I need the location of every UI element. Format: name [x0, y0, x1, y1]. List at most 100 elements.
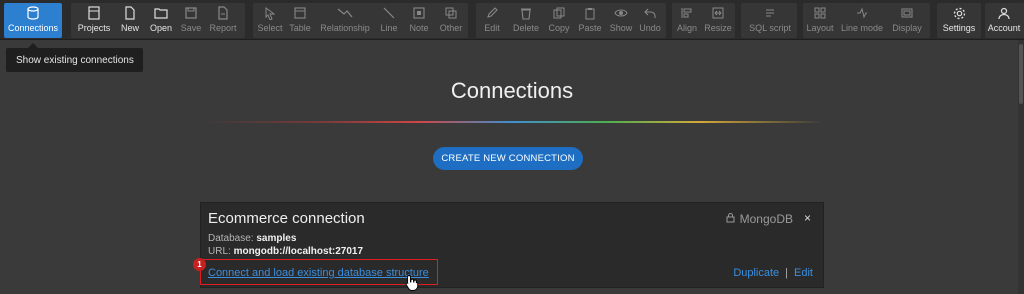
account-button[interactable]: Account — [985, 3, 1023, 38]
database-row: Database: samples — [208, 233, 296, 244]
open-button[interactable]: Open — [147, 3, 175, 38]
projects-label: Projects — [77, 23, 111, 33]
actions-separator: | — [785, 267, 789, 279]
report-icon — [213, 4, 233, 22]
settings-label: Settings — [942, 23, 976, 33]
layout-icon — [810, 4, 830, 22]
projects-button[interactable]: Projects — [76, 3, 112, 38]
copy-icon — [549, 4, 569, 22]
relationship-icon — [335, 4, 355, 22]
duplicate-link[interactable]: Duplicate — [733, 267, 779, 279]
save-label: Save — [180, 23, 202, 33]
align-icon — [677, 4, 697, 22]
card-actions: Duplicate | Edit — [733, 267, 813, 279]
user-icon — [994, 4, 1014, 22]
resize-icon — [708, 4, 728, 22]
connection-type-label: MongoDB — [739, 212, 793, 226]
url-row: URL: mongodb://localhost:27017 — [208, 246, 363, 257]
page-title: Connections — [450, 78, 574, 103]
line-mode-icon — [852, 4, 872, 22]
line-icon — [379, 4, 399, 22]
select-button[interactable]: Select — [256, 3, 284, 38]
display-icon — [897, 4, 917, 22]
align-label: Align — [676, 23, 697, 33]
undo-button[interactable]: Undo — [637, 3, 663, 38]
edit-link[interactable]: Edit — [794, 267, 813, 279]
table-label: Table — [289, 23, 311, 33]
other-button[interactable]: Other — [436, 3, 466, 38]
connection-name: Ecommerce connection — [208, 210, 365, 227]
pencil-icon — [482, 4, 502, 22]
undo-icon — [640, 4, 660, 22]
display-button[interactable]: Display — [889, 3, 925, 38]
display-label: Display — [892, 23, 922, 33]
paste-button[interactable]: Paste — [576, 3, 604, 38]
select-label: Select — [257, 23, 283, 33]
table-button[interactable]: Table — [287, 3, 313, 38]
edit-button[interactable]: Edit — [480, 3, 504, 38]
open-label: Open — [149, 23, 173, 33]
note-button[interactable]: Note — [406, 3, 432, 38]
cursor-icon — [260, 4, 280, 22]
delete-button[interactable]: Delete — [509, 3, 543, 38]
line-button[interactable]: Line — [377, 3, 401, 38]
step-badge: 1 — [193, 258, 206, 271]
other-icon — [441, 4, 461, 22]
account-label: Account — [987, 23, 1021, 33]
resize-button[interactable]: Resize — [703, 3, 733, 38]
sql-script-label: SQL script — [749, 23, 791, 33]
note-icon — [409, 4, 429, 22]
align-button[interactable]: Align — [675, 3, 699, 38]
copy-button[interactable]: Copy — [546, 3, 572, 38]
line-mode-button[interactable]: Line mode — [838, 3, 886, 38]
gear-icon — [949, 4, 969, 22]
layout-button[interactable]: Layout — [806, 3, 834, 38]
highlight-box — [200, 259, 438, 285]
other-label: Other — [439, 23, 463, 33]
hand-cursor-icon — [405, 274, 419, 294]
undo-label: Undo — [639, 23, 661, 33]
report-button[interactable]: Report — [207, 3, 239, 38]
layout-label: Layout — [806, 23, 834, 33]
toolbar: Connections Projects New Open Save Repor… — [0, 0, 1024, 40]
relationship-label: Relationship — [320, 23, 370, 33]
database-value: samples — [256, 233, 297, 244]
delete-label: Delete — [512, 23, 539, 33]
show-label: Show — [609, 23, 633, 33]
new-file-icon — [120, 4, 140, 22]
paste-icon — [580, 4, 600, 22]
resize-label: Resize — [704, 23, 732, 33]
edit-label: Edit — [484, 23, 500, 33]
connections-label: Connections — [7, 23, 59, 33]
create-new-connection-button[interactable]: CREATE NEW CONNECTION — [433, 147, 583, 170]
title-divider — [200, 121, 824, 123]
table-icon — [290, 4, 310, 22]
save-button[interactable]: Save — [178, 3, 204, 38]
lock-icon — [726, 212, 735, 226]
copy-label: Copy — [548, 23, 570, 33]
database-label: Database: — [208, 233, 254, 244]
new-label: New — [120, 23, 139, 33]
relationship-button[interactable]: Relationship — [318, 3, 372, 38]
scrollbar-thumb[interactable] — [1019, 44, 1023, 104]
save-icon — [181, 4, 201, 22]
connections-button[interactable]: Connections — [4, 3, 62, 38]
eye-icon — [611, 4, 631, 22]
script-icon — [760, 4, 780, 22]
show-button[interactable]: Show — [607, 3, 635, 38]
trash-icon — [516, 4, 536, 22]
new-button[interactable]: New — [117, 3, 143, 38]
url-value: mongodb://localhost:27017 — [233, 246, 364, 257]
projects-icon — [84, 4, 104, 22]
note-label: Note — [409, 23, 429, 33]
url-label: URL: — [208, 246, 231, 257]
settings-button[interactable]: Settings — [939, 3, 979, 38]
folder-icon — [151, 4, 171, 22]
sql-script-button[interactable]: SQL script — [746, 3, 794, 38]
paste-label: Paste — [578, 23, 602, 33]
line-label: Line — [380, 23, 398, 33]
close-icon[interactable]: × — [804, 211, 811, 225]
report-label: Report — [209, 23, 237, 33]
line-mode-label: Line mode — [840, 23, 884, 33]
connections-tooltip: Show existing connections — [6, 43, 143, 72]
